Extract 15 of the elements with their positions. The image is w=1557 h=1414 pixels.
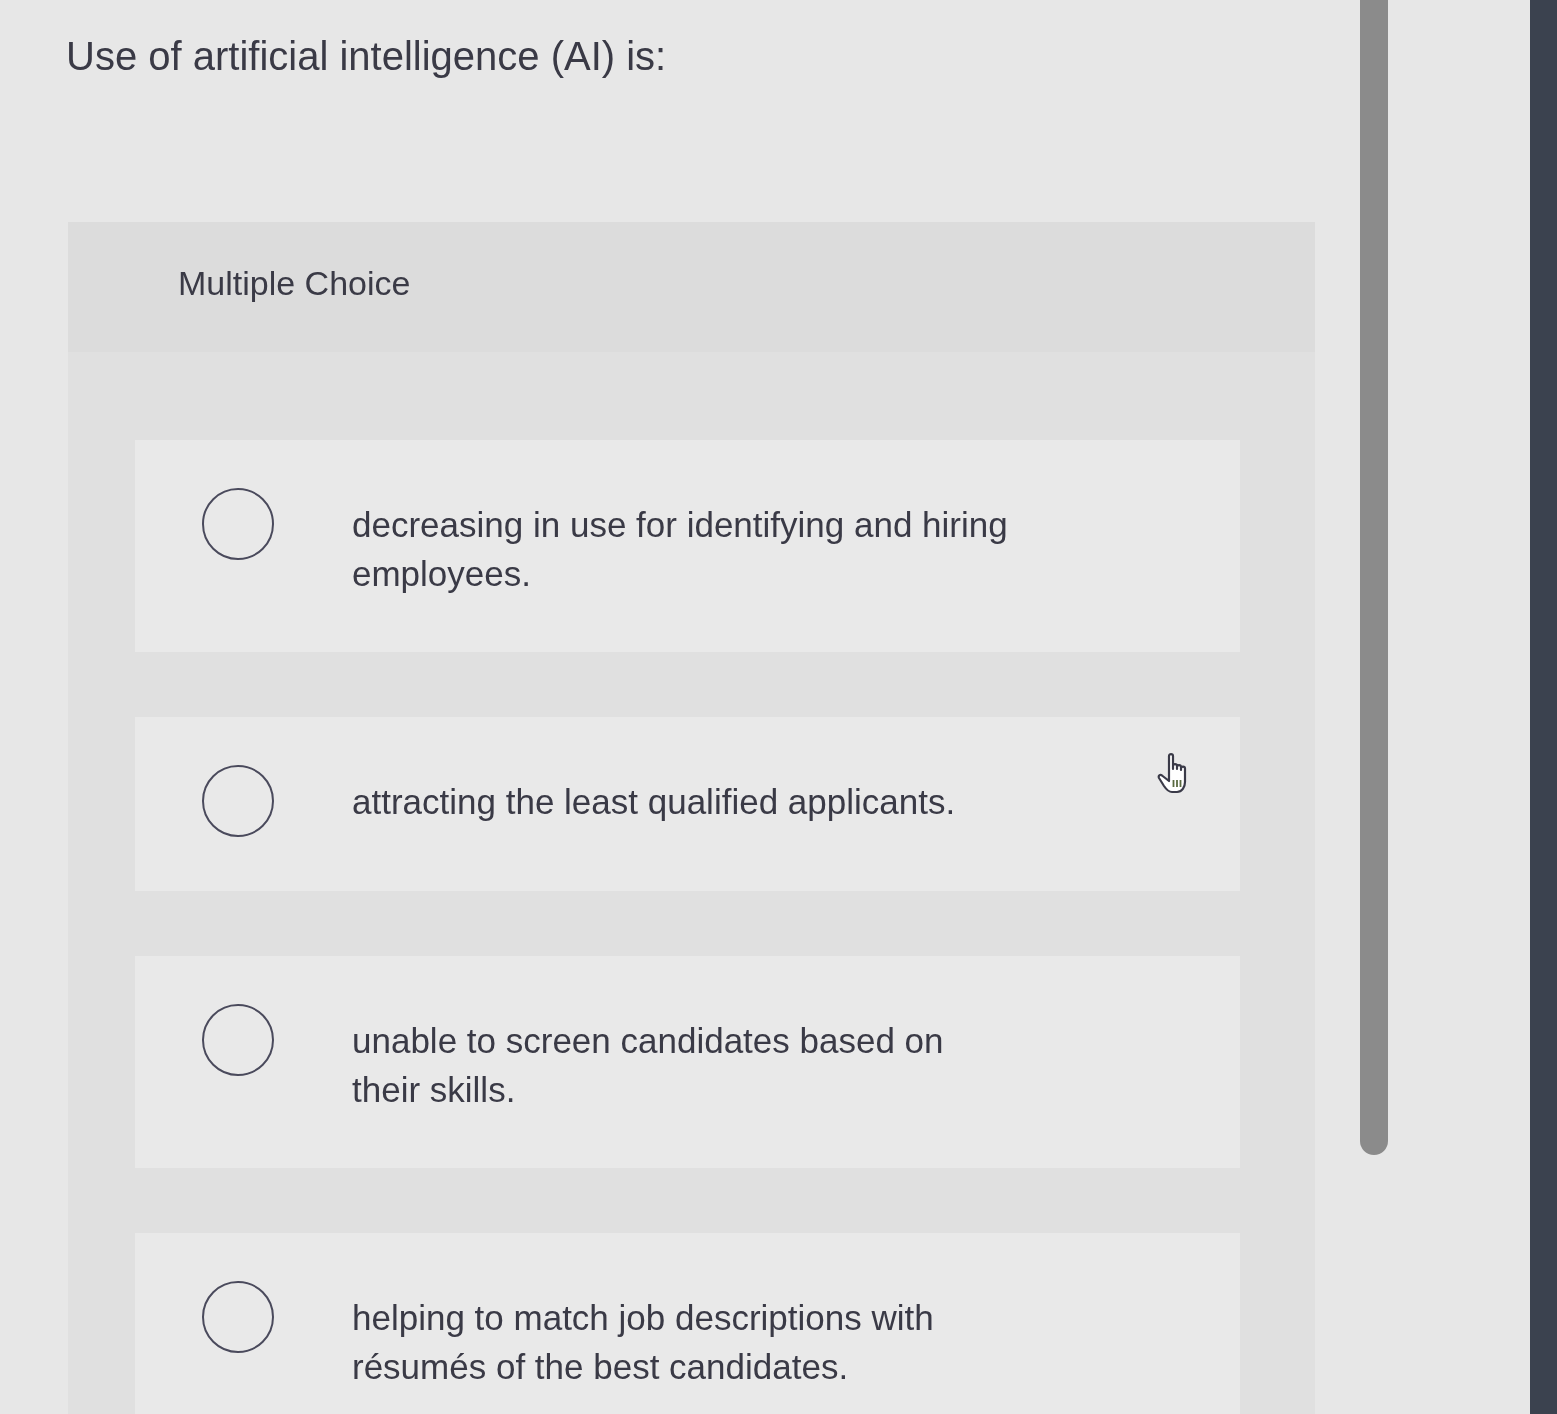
answer-option[interactable]: helping to match job descriptions with résumés of the best candidates. [135,1233,1240,1414]
answer-option[interactable]: decreasing in use for identifying and hiring employees. [135,440,1240,652]
question-type-label: Multiple Choice [178,263,411,303]
answer-option[interactable]: attracting the least qualified applicants. [135,717,1240,891]
option-text: decreasing in use for identifying and hiring employees. [352,504,1009,595]
answer-option[interactable]: unable to screen candidates based on their skills. [135,956,1240,1168]
option-text: helping to match job descriptions with résumés of the best candidates. [352,1297,935,1388]
radio-button[interactable] [202,765,274,837]
radio-button[interactable] [202,1281,274,1353]
question-text: Use of artificial intelligence (AI) is: [66,33,667,80]
option-text: attracting the least qualified applicants. [352,781,957,823]
radio-button[interactable] [202,1004,274,1076]
option-text: unable to screen candidates based on their skills. [352,1020,945,1111]
radio-button[interactable] [202,488,274,560]
scrollbar-thumb[interactable] [1360,0,1388,1155]
